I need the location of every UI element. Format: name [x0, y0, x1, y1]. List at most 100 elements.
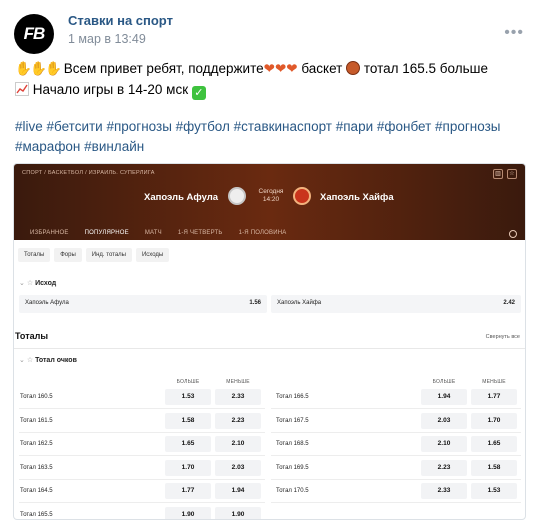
row-divider	[19, 478, 265, 480]
filter-handicaps[interactable]: Форы	[54, 248, 82, 262]
col-over-right: БОЛЬШЕ	[432, 379, 456, 385]
row-divider	[19, 502, 265, 503]
row-divider	[271, 431, 521, 433]
hashtags: #live #бетсити #прогнозы #футбол #ставки…	[15, 117, 525, 157]
outcome-home-label: Хапоэль Афула	[25, 300, 69, 306]
odd-under-right[interactable]: 1.65	[471, 436, 517, 452]
outcome-home-odd: 1.56	[249, 300, 261, 306]
chart-up-icon	[15, 82, 29, 96]
hashtags-line-1[interactable]: #live #бетсити #прогнозы #футбол #ставки…	[15, 117, 525, 137]
outcome-home[interactable]: Хапоэль Афула 1.56	[19, 295, 267, 313]
tab-first-quarter[interactable]: 1-Я ЧЕТВЕРТЬ	[172, 226, 229, 242]
row-divider	[271, 408, 521, 409]
hashtags-line-2[interactable]: #марафон #винлайн	[15, 137, 525, 157]
search-icon[interactable]	[509, 230, 517, 238]
star-icon[interactable]: ☆	[27, 280, 33, 287]
odd-under-right[interactable]: 1.58	[471, 459, 517, 476]
check-icon: ✓	[191, 86, 206, 100]
odd-over-left[interactable]: 1.70	[165, 459, 211, 476]
filter-chips: Тоталы Форы Инд. тоталы Исходы	[18, 248, 170, 262]
clap-hands-icon: ✋	[30, 61, 47, 76]
post-line-1-end: тотал 165.5 больше	[363, 61, 488, 76]
tab-popular[interactable]: ПОПУЛЯРНОЕ	[78, 226, 135, 242]
outcome-away-odd: 2.42	[503, 300, 515, 306]
row-divider	[271, 455, 521, 456]
odd-over-right[interactable]: 2.23	[421, 459, 467, 476]
more-icon[interactable]: •••	[504, 24, 524, 42]
chevron-down-icon[interactable]: ⌄	[19, 280, 25, 287]
star-icon[interactable]: ☆	[27, 357, 33, 364]
outcome-title-text: Исход	[35, 280, 57, 287]
chevron-down-icon[interactable]: ⌄	[19, 357, 25, 364]
header-icons: ▥ ☆	[493, 169, 517, 179]
kickoff-day: Сегодня	[258, 188, 284, 195]
row-divider	[19, 455, 265, 456]
outcome-section-title[interactable]: ⌄ ☆ Исход	[19, 279, 56, 287]
odd-under-right[interactable]: 1.77	[471, 389, 517, 405]
filter-team-totals[interactable]: Инд. тоталы	[85, 248, 132, 262]
odd-over-left[interactable]: 1.65	[165, 436, 211, 452]
post-line-1-text: Всем привет ребят, поддержите	[63, 61, 264, 76]
filter-totals[interactable]: Тоталы	[18, 248, 51, 262]
post-line-1: ✋✋✋ Всем привет ребят, поддержите❤❤❤ бас…	[15, 58, 525, 79]
row-divider	[19, 408, 265, 409]
post-line-2-text: Начало игры в 14-20 мск	[32, 82, 189, 97]
tab-favorites[interactable]: ИЗБРАННОЕ	[24, 226, 75, 242]
filter-outcomes[interactable]: Исходы	[135, 248, 170, 262]
total-row-label: Тотал 170.5	[276, 488, 309, 494]
odd-over-left[interactable]: 1.58	[165, 412, 211, 429]
team-away: Хапоэль Хайфа	[320, 192, 394, 203]
total-row-label: Тотал 167.5	[276, 417, 309, 424]
heart-icon: ❤	[274, 61, 287, 76]
team-home-logo-icon	[228, 187, 246, 205]
betting-screenshot[interactable]: СПОРТ / БАСКЕТБОЛ / ИЗРАИЛЬ. СУПЕРЛИГА ▥…	[13, 163, 526, 520]
total-row-label: Тотал 164.5	[20, 488, 53, 494]
post-line-1-mid: баскет	[301, 61, 343, 76]
col-over-left: БОЛЬШЕ	[176, 379, 200, 385]
odd-under-left[interactable]: 1.94	[215, 483, 261, 499]
avatar[interactable]: FB	[14, 14, 54, 54]
odd-under-left[interactable]: 1.90	[215, 506, 261, 519]
col-under-left: МЕНЬШЕ	[226, 379, 250, 385]
tab-match[interactable]: МАТЧ	[139, 226, 168, 242]
divider	[14, 348, 525, 349]
row-divider	[19, 431, 265, 433]
odd-under-left[interactable]: 2.23	[215, 412, 261, 429]
tab-first-half[interactable]: 1-Я ПОЛОВИНА	[233, 226, 293, 242]
star-icon[interactable]: ☆	[507, 169, 517, 179]
odd-over-right[interactable]: 1.94	[421, 389, 467, 405]
total-points-section-title[interactable]: ⌄ ☆ Тотал очков	[19, 356, 77, 364]
col-under-right: МЕНЬШЕ	[482, 379, 506, 385]
odd-under-left[interactable]: 2.03	[215, 459, 261, 476]
odd-under-left[interactable]: 2.10	[215, 436, 261, 452]
post-line-2: Начало игры в 14-20 мск ✓	[15, 79, 525, 100]
odd-under-right[interactable]: 1.70	[471, 412, 517, 429]
author-name[interactable]: Ставки на спорт	[68, 13, 173, 28]
stats-icon[interactable]: ▥	[493, 169, 503, 179]
total-row-label: Тотал 161.5	[20, 417, 53, 424]
clap-hands-icon: ✋	[15, 61, 32, 76]
odd-over-left[interactable]: 1.53	[165, 389, 211, 405]
total-points-title-text: Тотал очков	[35, 357, 77, 364]
row-divider	[271, 502, 521, 503]
outcome-away[interactable]: Хапоэль Хайфа 2.42	[271, 295, 521, 313]
odd-under-left[interactable]: 2.33	[215, 389, 261, 405]
odd-over-right[interactable]: 2.10	[421, 436, 467, 452]
totals-heading: Тоталы	[15, 331, 49, 341]
row-divider	[271, 478, 521, 480]
total-row-label: Тотал 160.5	[20, 394, 53, 400]
heart-icon: ❤	[263, 61, 275, 76]
odd-over-right[interactable]: 2.33	[421, 483, 467, 499]
odd-under-right[interactable]: 1.53	[471, 483, 517, 499]
collapse-all-link[interactable]: Свернуть все	[486, 334, 520, 340]
total-row-label: Тотал 163.5	[20, 464, 53, 471]
basketball-icon	[346, 61, 361, 75]
post-header: FB Ставки на спорт 1 мар в 13:49 •••	[14, 10, 524, 54]
clap-hands-icon: ✋	[45, 61, 62, 76]
post-date[interactable]: 1 мар в 13:49	[68, 32, 146, 46]
post-text: ✋✋✋ Всем привет ребят, поддержите❤❤❤ бас…	[15, 58, 525, 100]
kickoff-time: 14:20	[262, 196, 280, 203]
odd-over-left[interactable]: 1.90	[165, 506, 211, 519]
odd-over-left[interactable]: 1.77	[165, 483, 211, 499]
odd-over-right[interactable]: 2.03	[421, 412, 467, 429]
